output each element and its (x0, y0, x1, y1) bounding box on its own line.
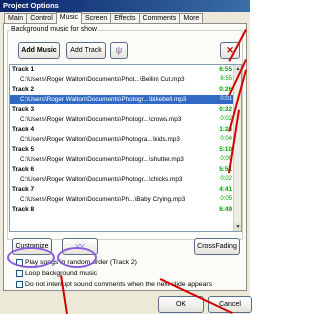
tuning-fork-icon: ψ (115, 45, 123, 55)
track-path-time: 0:04 (220, 136, 232, 142)
track-duration: 0:32 (219, 106, 232, 113)
dialog-body: Main Control Music Screen Effects Commen… (0, 12, 252, 314)
track-path-row[interactable]: C:\Users\Roger Walton\Documents\Phot...\… (10, 75, 234, 84)
track-title-row[interactable]: Track 7 4:41 (10, 185, 234, 194)
group-label: Background music for show (10, 26, 98, 33)
track-title: Track 8 (12, 206, 35, 213)
track-title-row[interactable]: Track 8 6:49 (10, 205, 234, 214)
customize-highlight-oval (7, 247, 55, 268)
track-title: Track 1 (12, 66, 35, 73)
track-duration: 6:49 (219, 206, 232, 213)
add-track-button[interactable]: Add Track (66, 42, 106, 59)
track-title-row[interactable]: Track 2 0:26 (10, 85, 234, 94)
track-path-time: 0:05 (220, 196, 232, 202)
track-title-row[interactable]: Track 6 5:51 (10, 165, 234, 174)
track-path: C:\Users\Roger Walton\Documents\Photogr.… (20, 116, 182, 123)
ok-button[interactable]: OK (158, 296, 204, 313)
music-settings-button[interactable]: ψ (110, 42, 128, 59)
track-path: C:\Users\Roger Walton\Documents\Photogr.… (20, 96, 187, 103)
track-title: Track 7 (12, 186, 35, 193)
loop-music-checkbox[interactable] (16, 269, 23, 277)
track-duration: 5:10 (219, 146, 232, 153)
track-title: Track 6 (12, 166, 35, 173)
track-path-time: 0:02 (220, 176, 232, 182)
track-title-row[interactable]: Track 5 5:10 (10, 145, 234, 154)
track-path-time: 0:01 (220, 96, 232, 102)
track-path: C:\Users\Roger Walton\Documents\Ph...\Ba… (20, 196, 186, 203)
track-title: Track 5 (12, 146, 35, 153)
loop-music-option[interactable]: Loop background music (16, 269, 97, 278)
track-duration: 4:41 (219, 186, 232, 193)
track-path: C:\Users\Roger Walton\Documents\Phot...\… (20, 76, 185, 83)
track-list[interactable]: Track 1 6:55 C:\Users\Roger Walton\Documen… (9, 64, 242, 232)
no-interrupt-option[interactable]: Do not interrupt sound comments when the… (16, 280, 212, 289)
track-path-row[interactable]: C:\Users\Roger Walton\Documents\Photogr.… (10, 155, 234, 164)
track-path-row[interactable]: C:\Users\Roger Walton\Documents\Photogra… (10, 135, 234, 144)
track-title-row[interactable]: Track 3 0:32 (10, 105, 234, 114)
track-title: Track 2 (12, 86, 35, 93)
track-duration: 6:55 (219, 66, 232, 73)
track-path: C:\Users\Roger Walton\Documents\Photogr.… (20, 156, 184, 163)
track-path-time: 6:55 (220, 76, 232, 82)
track-title: Track 3 (12, 106, 35, 113)
no-interrupt-checkbox[interactable] (16, 280, 23, 288)
track-path-row[interactable]: C:\Users\Roger Walton\Documents\Ph...\Ba… (10, 195, 234, 204)
track-path-row[interactable]: C:\Users\Roger Walton\Documents\Photogr.… (10, 175, 234, 184)
track-path-row[interactable]: C:\Users\Roger Walton\Documents\Photogr.… (10, 115, 234, 124)
track-path: C:\Users\Roger Walton\Documents\Photogr.… (20, 176, 183, 183)
scroll-down-icon[interactable]: ▼ (234, 223, 241, 231)
waveform-highlight-oval (57, 247, 97, 268)
add-music-button[interactable]: Add Music (18, 42, 60, 59)
window-title: Project Options (0, 0, 250, 12)
track-title-row[interactable]: Track 1 6:55 (10, 65, 234, 74)
track-path-row[interactable]: C:\Users\Roger Walton\Documents\Photogr.… (10, 95, 234, 104)
crossfading-button[interactable]: CrossFading (194, 238, 240, 255)
track-title-row[interactable]: Track 4 1:24 (10, 125, 234, 134)
track-path: C:\Users\Roger Walton\Documents\Photogra… (20, 136, 180, 143)
track-title: Track 4 (12, 126, 35, 133)
tab-music[interactable]: Music (55, 12, 83, 24)
